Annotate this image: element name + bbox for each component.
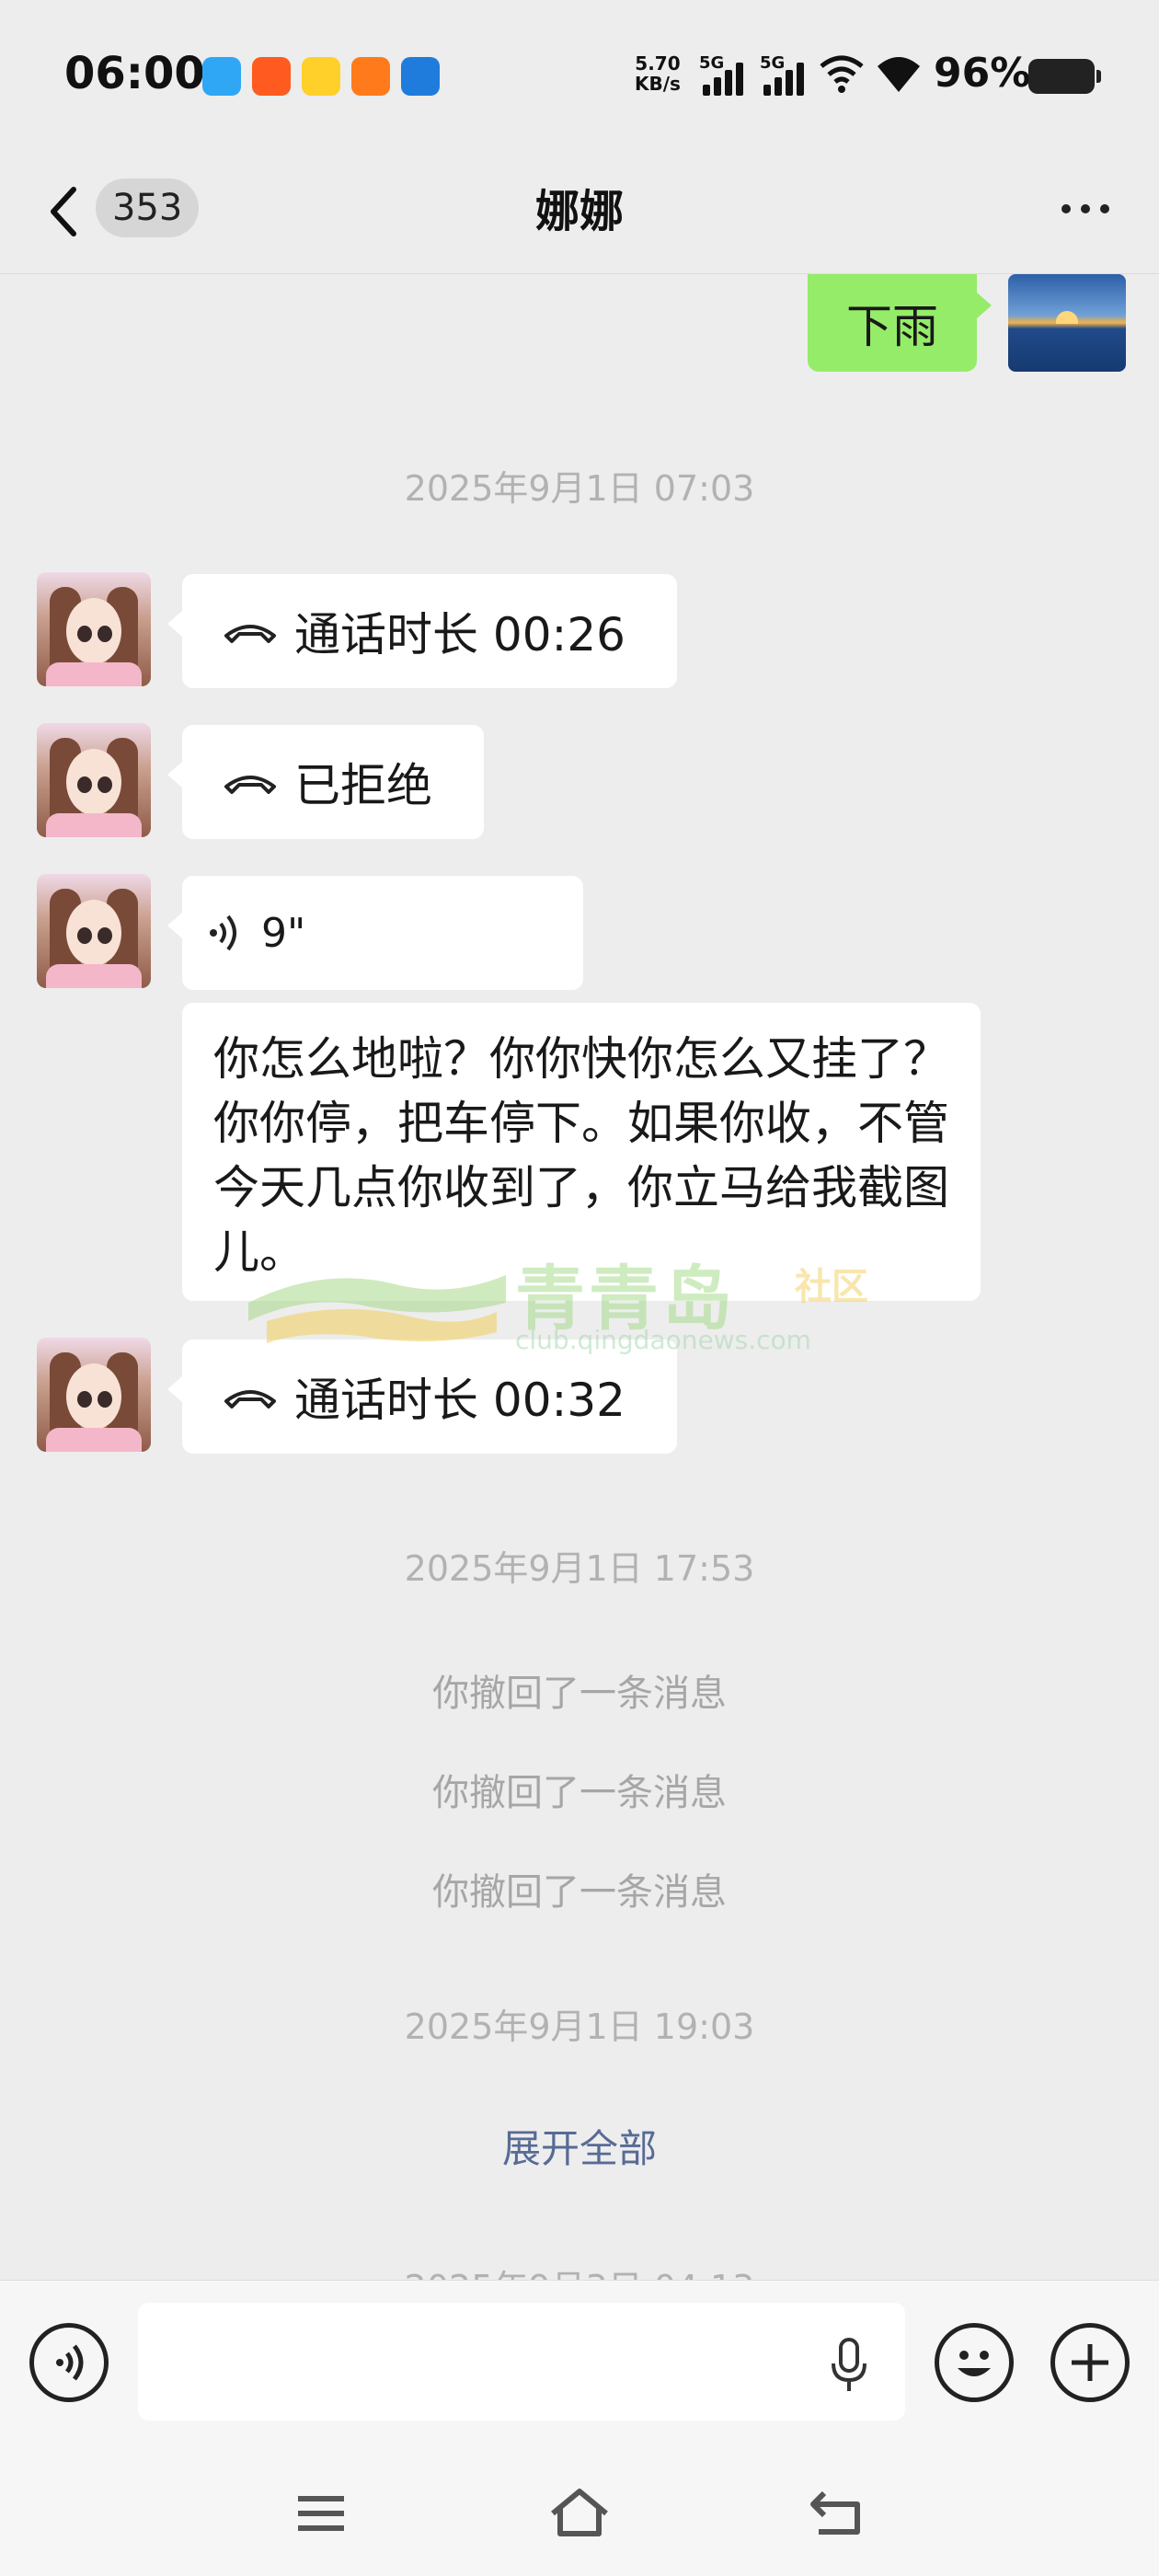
system-navigation-bar [0, 2445, 1159, 2576]
more-functions-button[interactable] [1050, 2323, 1130, 2402]
wifi-icon [878, 57, 920, 92]
meituan-icon [302, 57, 340, 96]
home-icon[interactable] [547, 2486, 612, 2541]
kuaishou-icon [252, 57, 291, 96]
back-nav-icon[interactable] [806, 2486, 870, 2541]
watermark: 青青岛 社区 club.qingdaonews.com [248, 1233, 892, 1371]
call-duration-text: 通话时长 00:26 [294, 608, 625, 661]
plus-icon [1072, 2344, 1108, 2381]
notification-icons [202, 57, 440, 96]
phone-call-icon [224, 1390, 276, 1409]
timestamp: 2025年9月1日 17:53 [404, 1548, 755, 1589]
call-record-bubble[interactable]: 已拒绝 [167, 725, 484, 839]
contact-avatar[interactable] [37, 572, 151, 686]
sent-message-text: 下雨 [846, 300, 938, 353]
expand-all-link[interactable]: 展开全部 [0, 2118, 1159, 2174]
voice-duration: 9" [261, 909, 306, 957]
contact-avatar[interactable] [37, 874, 151, 988]
contact-avatar[interactable] [37, 1338, 151, 1452]
microphone-icon[interactable] [828, 2336, 870, 2395]
chat-header: 353 娜娜 [0, 147, 1159, 274]
call-record-bubble[interactable]: 通话时长 00:26 [167, 574, 677, 688]
watermark-logo-icon [248, 1275, 506, 1343]
battery-percent: 96% [934, 50, 1031, 97]
sim1-signal-icon: 5G [699, 53, 751, 96]
message-input-bar [0, 2280, 1159, 2445]
voice-wave-icon [210, 914, 236, 951]
timestamp: 2025年9月1日 19:03 [404, 2007, 755, 2047]
recall-notice: 你撤回了一条消息 [432, 1772, 727, 1814]
recall-notice: 你撤回了一条消息 [432, 1673, 727, 1715]
battery-icon [1028, 59, 1101, 94]
status-time: 06:00 [64, 48, 205, 99]
sim2-signal-icon: 5G [760, 53, 811, 96]
smiley-icon [958, 2351, 991, 2376]
timestamp-partial: 2025年9月3日 04:13 [0, 2260, 1159, 2280]
menu-icon[interactable] [289, 2486, 353, 2541]
more-options-icon[interactable] [1058, 190, 1113, 226]
message-input[interactable] [138, 2303, 905, 2421]
ctrip-icon [401, 57, 440, 96]
my-avatar[interactable] [1008, 274, 1126, 372]
hotspot-icon [820, 55, 864, 93]
network-speed: 5.70 KB/s [635, 52, 681, 95]
status-bar: 06:00 5.70 KB/s 5G 5G 96% [0, 0, 1159, 147]
voice-message-bubble[interactable]: 9" [167, 876, 583, 990]
timestamp: 2025年9月1日 07:03 [404, 468, 755, 509]
watermark-tag: 社区 [795, 1266, 868, 1308]
voice-input-toggle-button[interactable] [29, 2323, 109, 2402]
phone-call-icon [224, 776, 276, 794]
call-duration-text: 通话时长 00:32 [294, 1374, 625, 1427]
phone-call-icon [224, 625, 276, 643]
voice-wave-icon [56, 2344, 84, 2381]
contact-avatar[interactable] [37, 723, 151, 837]
taobao-flash-icon [351, 57, 390, 96]
call-status-text: 已拒绝 [294, 759, 432, 812]
watermark-url: club.qingdaonews.com [515, 1325, 811, 1355]
sent-message-bubble[interactable]: 下雨 [808, 274, 992, 372]
qq-browser-icon [202, 57, 241, 96]
recall-notice: 你撤回了一条消息 [432, 1871, 727, 1914]
chat-title: 娜娜 [534, 186, 624, 237]
emoji-button[interactable] [935, 2323, 1014, 2402]
